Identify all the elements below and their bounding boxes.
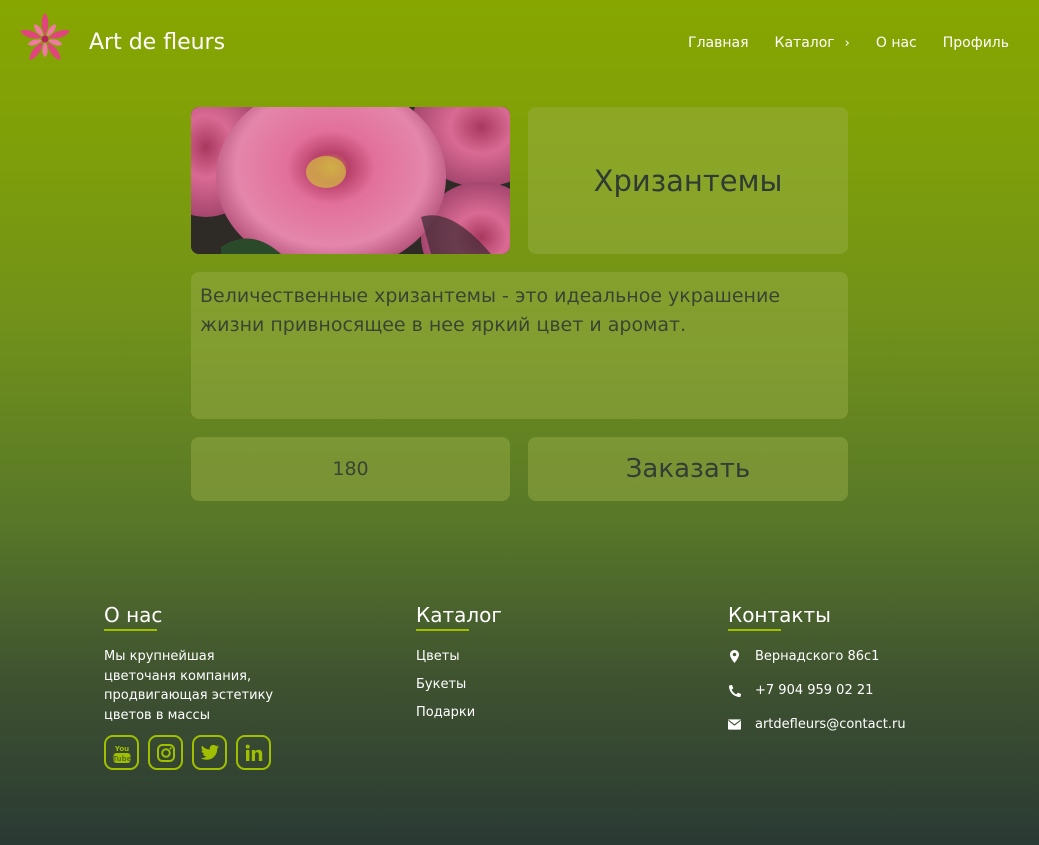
product-title: Хризантемы [593,163,783,198]
youtube-icon[interactable]: You Tube [104,735,139,770]
footer-about-heading-text: О нас [104,603,163,627]
nav-item-about[interactable]: О нас [876,35,917,51]
map-pin-icon [728,650,741,663]
nav-item-label: Каталог [774,35,835,51]
svg-text:Tube: Tube [112,755,131,763]
nav-item-catalog[interactable]: Каталог › [775,35,850,51]
svg-text:You: You [113,745,128,753]
nav-item-label: Главная [688,35,749,51]
footer-catalog: Каталог Цветы Букеты Подарки [416,603,502,722]
heading-underline [416,629,469,631]
product-price: 180 [332,458,369,480]
contact-email[interactable]: artdefleurs@contact.ru [728,715,906,734]
contact-phone-text: +7 904 959 02 21 [755,683,874,698]
contact-phone[interactable]: +7 904 959 02 21 [728,681,906,700]
footer-contacts-heading-text: Контакты [728,603,831,627]
footer-contacts: Контакты Вернадского 86с1 +7 904 959 02 … [728,603,906,734]
nav-item-home[interactable]: Главная [688,35,748,51]
chevron-right-icon: › [844,35,850,51]
footer-about-text: Мы крупнейшая цветочаня компания, продви… [104,649,274,723]
footer-link-flowers[interactable]: Цветы [416,647,502,666]
contact-address-text: Вернадского 86с1 [755,649,880,664]
order-button[interactable]: Заказать [528,437,848,501]
footer-catalog-heading: Каталог [416,603,502,637]
footer-catalog-heading-text: Каталог [416,603,502,627]
contact-email-text: artdefleurs@contact.ru [755,717,906,732]
envelope-icon [728,718,741,731]
footer-contacts-heading: Контакты [728,603,831,637]
footer-about: О нас Мы крупнейшая цветочаня компания, … [104,603,284,770]
contact-address: Вернадского 86с1 [728,647,906,666]
site-header: Art de fleurs Главная Каталог › О нас Пр… [0,0,1039,90]
footer-link-bouquets[interactable]: Букеты [416,675,502,694]
heading-underline [104,629,157,631]
product-price-box: 180 [191,437,510,501]
twitter-icon[interactable] [192,735,227,770]
linkedin-icon[interactable] [236,735,271,770]
footer-catalog-links: Цветы Букеты Подарки [416,647,502,722]
footer-about-heading: О нас [104,603,162,637]
social-links: You Tube [104,735,284,770]
nav-item-label: О нас [875,35,917,51]
main-nav: Главная Каталог › О нас Профиль [688,35,1009,51]
chrysanthemum-image [191,107,510,254]
heading-underline [728,629,781,631]
nav-item-profile[interactable]: Профиль [943,35,1009,51]
product-description: Величественные хризантемы - это идеально… [200,285,781,336]
product-title-box: Хризантемы [528,107,848,254]
product-photo [191,107,510,254]
contact-list: Вернадского 86с1 +7 904 959 02 21 artdef… [728,647,906,734]
logo-flower-icon[interactable] [18,12,72,66]
footer-link-gifts[interactable]: Подарки [416,703,502,722]
brand-name[interactable]: Art de fleurs [89,30,225,55]
instagram-icon[interactable] [148,735,183,770]
product-description-box: Величественные хризантемы - это идеально… [191,272,848,419]
phone-icon [728,684,741,697]
nav-item-label: Профиль [942,35,1009,51]
order-button-label: Заказать [625,454,751,484]
